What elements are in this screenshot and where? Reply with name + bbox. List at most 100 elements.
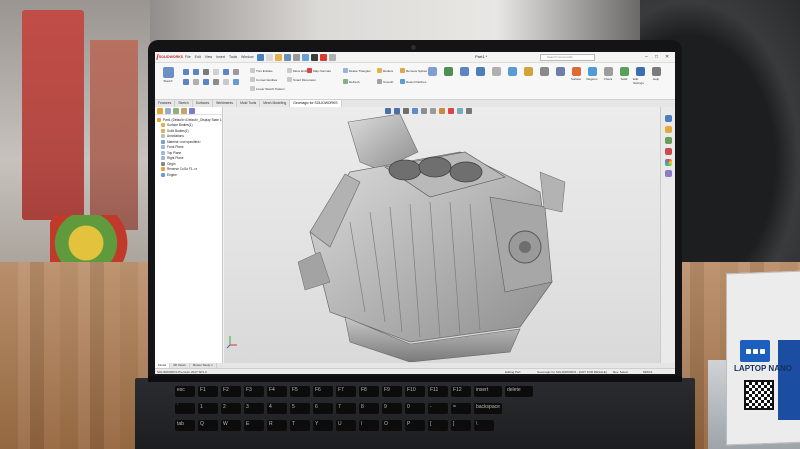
keyboard-key[interactable]: [ xyxy=(428,420,448,431)
keyboard-key[interactable]: F12 xyxy=(451,386,471,397)
settings-button[interactable]: Edit Settings xyxy=(633,67,647,85)
undo-icon[interactable] xyxy=(301,53,309,61)
ribbon-command-button[interactable] xyxy=(537,67,551,77)
menu-insert[interactable]: Insert xyxy=(216,55,225,59)
keyboard-key[interactable]: = xyxy=(451,403,471,414)
search-input[interactable]: Search Commands xyxy=(540,54,595,61)
feature-manager-icon[interactable] xyxy=(157,108,163,114)
keyboard-key[interactable]: F10 xyxy=(405,386,425,397)
ribbon-command-button[interactable] xyxy=(425,67,439,77)
keyboard-key[interactable]: O xyxy=(382,420,402,431)
custom-properties-icon[interactable] xyxy=(664,170,672,177)
property-manager-icon[interactable] xyxy=(165,108,171,114)
keyboard-key[interactable]: 4 xyxy=(267,403,287,414)
tab-features[interactable]: Features xyxy=(155,100,176,107)
sketch-tool-icon[interactable] xyxy=(223,79,229,85)
solidworks-logo[interactable]: SOLIDWORKS xyxy=(156,53,183,62)
view-palette-icon[interactable] xyxy=(664,148,672,155)
new-document-icon[interactable] xyxy=(265,53,273,61)
keyboard-key[interactable]: 2 xyxy=(221,403,241,414)
remove-spikes-button[interactable]: Remove Spikes xyxy=(400,68,427,73)
keyboard-key[interactable]: P xyxy=(405,420,425,431)
configuration-manager-icon[interactable] xyxy=(173,108,179,114)
keyboard-key[interactable]: 1 xyxy=(198,403,218,414)
ribbon-command-button[interactable] xyxy=(473,67,487,77)
surface-button[interactable]: Surface xyxy=(569,67,583,81)
tab-sketch[interactable]: Sketch xyxy=(175,100,193,107)
keyboard-key[interactable]: F5 xyxy=(290,386,310,397)
keyboard-key[interactable]: F6 xyxy=(313,386,333,397)
sketch-tool-icon[interactable] xyxy=(203,69,209,75)
unit-system[interactable]: MMGS xyxy=(643,370,652,374)
keyboard-key[interactable]: F2 xyxy=(221,386,241,397)
tab-mold-tools[interactable]: Mold Tools xyxy=(237,100,261,107)
ribbon-small-command[interactable]: Convert Entities xyxy=(250,77,277,82)
tree-item[interactable]: Part1 (Default<<Default>_Display State 1… xyxy=(157,117,222,123)
sketch-tool-icon[interactable] xyxy=(193,79,199,85)
ribbon-small-command[interactable]: Linear Sketch Pattern xyxy=(250,86,285,91)
keyboard-key[interactable]: 3 xyxy=(244,403,264,414)
keyboard-key[interactable]: - xyxy=(428,403,448,414)
keyboard-key[interactable]: W xyxy=(221,420,241,431)
rebuild-icon[interactable] xyxy=(319,53,327,61)
sketch-tool-icon[interactable] xyxy=(223,69,229,75)
keyboard-key[interactable]: ] xyxy=(451,420,471,431)
keyboard-key[interactable]: U xyxy=(336,420,356,431)
dimxpert-icon[interactable] xyxy=(181,108,187,114)
refresh-button[interactable]: Refresh xyxy=(343,79,360,84)
display-manager-icon[interactable] xyxy=(189,108,195,114)
keyboard-key[interactable]: I xyxy=(359,420,379,431)
detect-patches-button[interactable]: Detect Patches xyxy=(400,79,426,84)
sketch-tool-icon[interactable] xyxy=(213,69,219,75)
minimize-button[interactable]: – xyxy=(645,54,648,60)
keyboard-key[interactable]: insert xyxy=(474,386,502,397)
map-normals-button[interactable]: Map Normals xyxy=(307,68,331,73)
keyboard-key[interactable]: backspace xyxy=(474,403,502,414)
sketch-tool-icon[interactable] xyxy=(183,79,189,85)
menu-view[interactable]: View xyxy=(205,55,213,59)
help-button[interactable]: Help xyxy=(649,67,663,81)
sketch-tool-icon[interactable] xyxy=(193,69,199,75)
keyboard-key[interactable]: 6 xyxy=(313,403,333,414)
sketch-tool-icon[interactable] xyxy=(233,79,239,85)
solid-button[interactable]: Solid xyxy=(617,67,631,81)
appearances-icon[interactable] xyxy=(664,159,672,166)
ribbon-command-button[interactable] xyxy=(489,67,503,77)
smooth-button[interactable]: Smooth xyxy=(377,79,393,84)
ribbon-command-button[interactable] xyxy=(457,67,471,77)
sketch-tool-icon[interactable] xyxy=(203,79,209,85)
keyboard-key[interactable]: Y xyxy=(313,420,333,431)
menu-tools[interactable]: Tools xyxy=(229,55,237,59)
home-icon[interactable] xyxy=(256,53,264,61)
ribbon-command-button[interactable] xyxy=(553,67,567,77)
options-gear-icon[interactable] xyxy=(328,53,336,61)
print-icon[interactable] xyxy=(292,53,300,61)
keyboard-key[interactable]: 7 xyxy=(336,403,356,414)
maximize-button[interactable]: □ xyxy=(655,54,658,60)
tab-surfaces[interactable]: Surfaces xyxy=(193,100,214,107)
ribbon-small-command[interactable]: Smart Dimension xyxy=(287,77,316,82)
keyboard-key[interactable]: 0 xyxy=(405,403,425,414)
design-library-icon[interactable] xyxy=(664,126,672,133)
keyboard-key[interactable]: F9 xyxy=(382,386,402,397)
delete-triangles-button[interactable]: Delete Triangles xyxy=(343,68,371,73)
select-arrow-icon[interactable] xyxy=(310,53,318,61)
keyboard-key[interactable]: 8 xyxy=(359,403,379,414)
keyboard-key[interactable]: E xyxy=(244,420,264,431)
sketch-button[interactable]: Sketch xyxy=(157,67,179,83)
file-explorer-icon[interactable] xyxy=(664,137,672,144)
keyboard-key[interactable]: R xyxy=(267,420,287,431)
check-button[interactable]: Check xyxy=(601,67,615,81)
keyboard-key[interactable]: F7 xyxy=(336,386,356,397)
tree-item[interactable]: Engine xyxy=(157,172,222,178)
engine-mesh-model[interactable] xyxy=(290,112,590,362)
tab-geomagic[interactable]: Geomagic for SOLIDWORKS xyxy=(290,100,342,107)
ribbon-small-command[interactable]: Trim Entities xyxy=(250,68,273,73)
ribbon-command-button[interactable] xyxy=(521,67,535,77)
keyboard-key[interactable]: F4 xyxy=(267,386,287,397)
keyboard-key[interactable]: 9 xyxy=(382,403,402,414)
keyboard-key[interactable]: delete xyxy=(505,386,533,397)
save-icon[interactable] xyxy=(283,53,291,61)
ribbon-command-button[interactable] xyxy=(441,67,455,77)
keyboard-key[interactable]: 5 xyxy=(290,403,310,414)
